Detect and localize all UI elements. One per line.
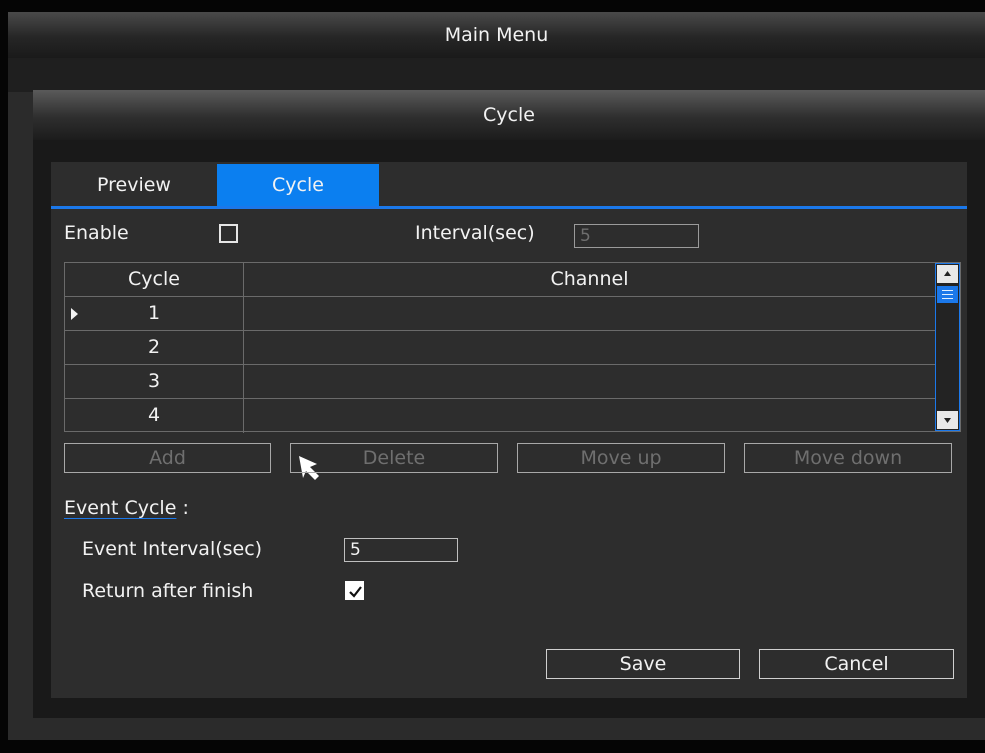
channel-cell [244, 399, 935, 433]
dialog-title: Cycle [33, 90, 985, 140]
cycle-dialog: Cycle Preview Cycle Enable Interval(sec)… [33, 90, 985, 718]
event-cycle-heading: Event Cycle : [64, 497, 189, 519]
tab-preview[interactable]: Preview [51, 164, 217, 206]
event-interval-input[interactable]: 5 [344, 538, 458, 562]
column-header-cycle: Cycle [65, 263, 244, 296]
cycle-cell: 3 [65, 365, 244, 398]
cycle-cell: 1 [65, 297, 244, 330]
tab-bar: Preview Cycle [51, 162, 967, 209]
event-interval-label: Event Interval(sec) [82, 538, 263, 560]
cancel-button[interactable]: Cancel [759, 649, 954, 679]
event-cycle-title: Event Cycle [64, 497, 177, 519]
return-after-finish-checkbox[interactable] [345, 581, 364, 600]
scroll-down-button[interactable] [937, 411, 958, 429]
table-header: Cycle Channel [65, 263, 935, 297]
cycle-table: Cycle Channel 1 2 3 4 [64, 262, 961, 480]
interval-label: Interval(sec) [415, 222, 535, 244]
cycle-cell: 4 [65, 399, 244, 433]
table-row[interactable]: 4 [65, 399, 935, 433]
event-cycle-colon: : [182, 497, 189, 519]
move-down-button[interactable]: Move down [744, 443, 952, 473]
channel-cell [244, 331, 935, 364]
arrow-down-icon [944, 418, 951, 423]
save-button[interactable]: Save [546, 649, 740, 679]
table-scrollbar[interactable] [935, 263, 960, 431]
window-band [8, 58, 985, 92]
enable-label: Enable [64, 222, 129, 244]
move-up-button[interactable]: Move up [517, 443, 725, 473]
column-header-channel: Channel [550, 268, 629, 290]
interval-input[interactable]: 5 [574, 224, 699, 248]
table-row[interactable]: 3 [65, 365, 935, 399]
scroll-up-button[interactable] [937, 265, 958, 283]
tab-cycle[interactable]: Cycle [217, 164, 379, 206]
scroll-thumb[interactable] [937, 286, 958, 303]
checkmark-icon [349, 586, 362, 598]
arrow-up-icon [944, 271, 951, 276]
table-row[interactable]: 1 [65, 297, 935, 331]
dialog-panel: Preview Cycle Enable Interval(sec) 5 Cyc… [51, 162, 967, 698]
window-title: Main Menu [8, 12, 985, 58]
channel-cell [244, 297, 935, 330]
table-row[interactable]: 2 [65, 331, 935, 365]
cycle-cell: 2 [65, 331, 244, 364]
add-button[interactable]: Add [64, 443, 271, 473]
channel-cell [244, 365, 935, 398]
enable-checkbox[interactable] [219, 224, 238, 243]
delete-button[interactable]: Delete [290, 443, 498, 473]
return-after-finish-label: Return after finish [82, 580, 254, 602]
